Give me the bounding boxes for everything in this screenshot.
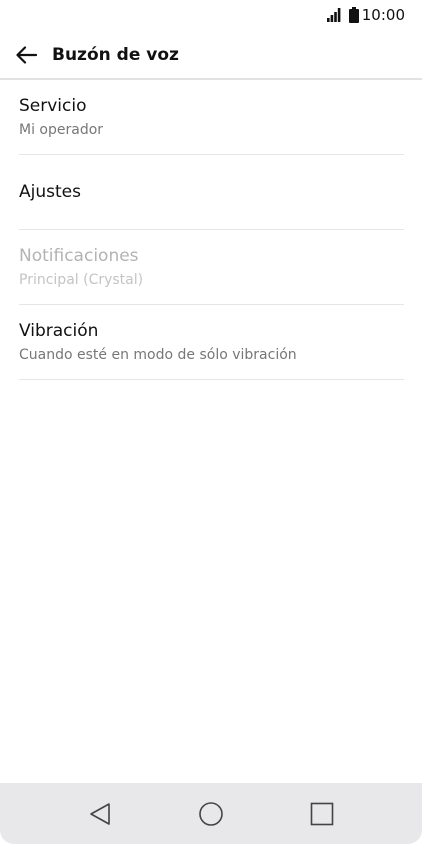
nav-home-icon	[199, 802, 223, 826]
nav-recents-button[interactable]	[308, 800, 336, 828]
settings-item-title: Notificaciones	[19, 246, 139, 266]
app-bar: Buzón de voz	[0, 30, 422, 80]
navigation-bar	[0, 783, 422, 844]
settings-item-title: Vibración	[19, 321, 99, 341]
nav-back-button[interactable]	[86, 800, 114, 828]
status-icons: 10:00	[326, 6, 405, 24]
page-title: Buzón de voz	[52, 45, 179, 65]
status-bar: 10:00	[0, 0, 422, 30]
status-time: 10:00	[361, 6, 405, 24]
nav-back-icon	[90, 803, 110, 825]
nav-recents-icon	[310, 802, 334, 826]
battery-icon	[348, 7, 359, 23]
settings-item-servicio[interactable]: Servicio Mi operador	[19, 80, 404, 155]
signal-icon	[326, 8, 341, 22]
settings-item-vibracion[interactable]: Vibración Cuando esté en modo de sólo vi…	[19, 305, 404, 380]
settings-item-summary: Principal (Crystal)	[19, 272, 144, 288]
settings-item-summary: Cuando esté en modo de sólo vibración	[19, 347, 297, 363]
settings-item-ajustes[interactable]: Ajustes	[19, 155, 404, 230]
settings-item-notificaciones: Notificaciones Principal (Crystal)	[19, 230, 404, 305]
settings-item-title: Servicio	[19, 96, 87, 116]
settings-item-summary: Mi operador	[19, 122, 104, 138]
nav-home-button[interactable]	[197, 800, 225, 828]
settings-list: Servicio Mi operador Ajustes Notificacio…	[19, 80, 404, 380]
arrow-left-icon	[16, 46, 37, 64]
back-button[interactable]	[14, 43, 38, 67]
voicemail-settings-screen: 10:00 Buzón de voz Servicio Mi operador …	[0, 0, 422, 844]
settings-item-title: Ajustes	[19, 182, 81, 202]
